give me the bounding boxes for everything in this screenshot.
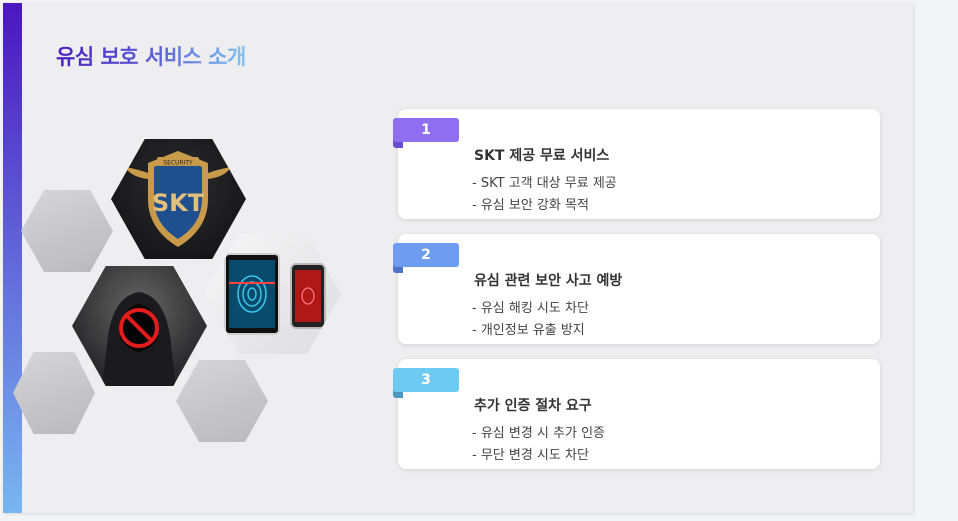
feature-card: 3 추가 인증 절차 요구 - 유심 변경 시 추가 인증 - 무단 변경 시도…: [393, 359, 880, 469]
number-badge: 1: [393, 118, 459, 142]
shield-letters: SKT: [152, 189, 205, 217]
gray-hexagon: [13, 352, 95, 434]
slide-title: 유심 보호 서비스 소개: [56, 41, 246, 71]
card-title: 추가 인증 절차 요구: [474, 398, 592, 414]
hacker-icon: [102, 292, 176, 386]
card-item: - 유심 보안 강화 목적: [472, 198, 589, 213]
feature-card: 2 유심 관련 보안 사고 예방 - 유심 해킹 시도 차단 - 개인정보 유출…: [393, 234, 880, 344]
number-badge: 2: [393, 243, 459, 267]
number-badge: 3: [393, 368, 459, 392]
card-item: - 유심 해킹 시도 차단: [472, 301, 589, 316]
accent-bar: [3, 3, 22, 513]
card-item: - 개인정보 유출 방지: [472, 323, 585, 338]
card-title: 유심 관련 보안 사고 예방: [474, 273, 623, 289]
slide: 유심 보호 서비스 소개 SECURITY SKT 1 SKT 제공 무료 서비…: [3, 3, 913, 513]
card-item: - 유심 변경 시 추가 인증: [472, 426, 605, 441]
card-item: - 무단 변경 시도 차단: [472, 448, 589, 463]
biometric-devices-image: [205, 234, 341, 354]
shield-icon: SECURITY SKT: [125, 151, 231, 247]
feature-card: 1 SKT 제공 무료 서비스 - SKT 고객 대상 무료 제공 - 유심 보…: [393, 109, 880, 219]
shield-emblem-text: SECURITY: [163, 160, 193, 167]
fingerprint-device-icon: [224, 253, 326, 335]
hacker-blocked-image: [72, 266, 207, 386]
card-item: - SKT 고객 대상 무료 제공: [472, 176, 617, 191]
gray-hexagon: [21, 190, 113, 272]
gray-hexagon: [176, 360, 268, 442]
card-title: SKT 제공 무료 서비스: [474, 148, 610, 164]
security-shield-image: SECURITY SKT: [111, 139, 246, 259]
